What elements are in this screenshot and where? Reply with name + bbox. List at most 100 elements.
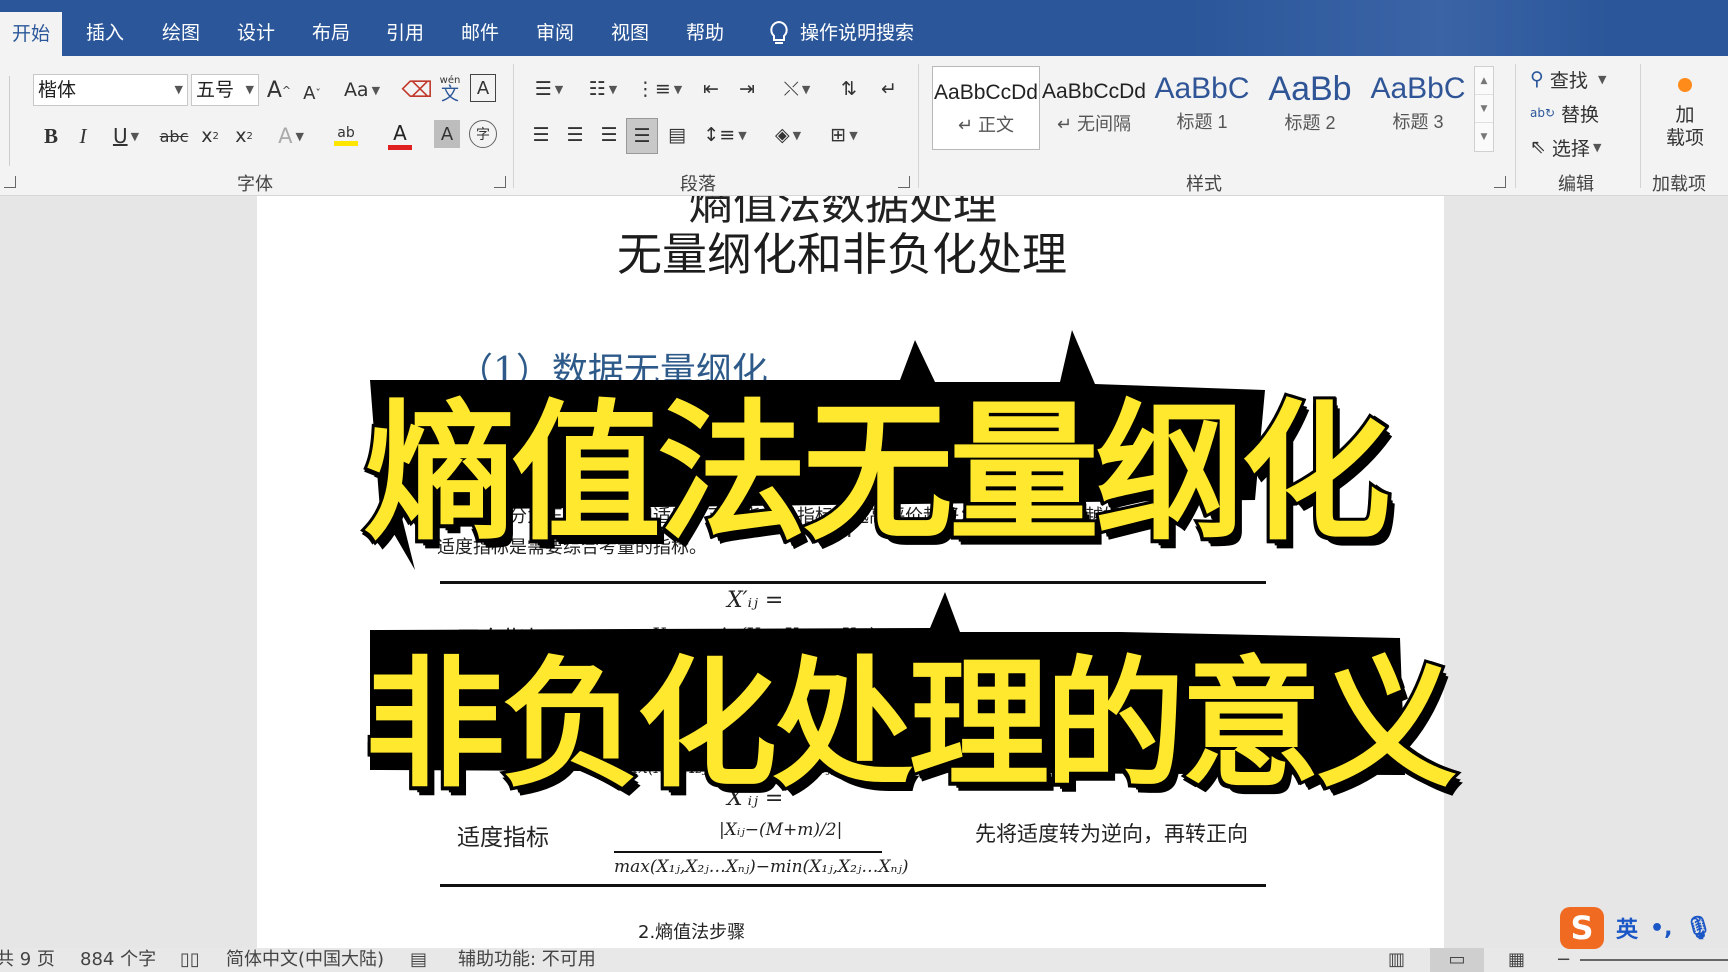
sogou-logo[interactable]: S bbox=[1560, 907, 1604, 949]
align-left-button[interactable]: ☰ bbox=[526, 118, 556, 152]
highlight-label: ab bbox=[337, 124, 355, 141]
bullets-button[interactable]: ☰ ▼ bbox=[526, 72, 572, 106]
shrink-font-button[interactable]: Aˇ bbox=[300, 78, 324, 108]
formula-lhs: X′ᵢⱼ = bbox=[727, 786, 784, 811]
document-page[interactable]: 熵值法数据处理 无量纲化和非负化处理 （1）数据无量纲化 指标性质分为正向、逆向… bbox=[257, 196, 1444, 948]
phonetic-guide-button[interactable]: wén 文 bbox=[436, 72, 464, 108]
underline-button[interactable]: U ▼ bbox=[104, 120, 148, 152]
numbering-button[interactable]: ☷ ▼ bbox=[580, 72, 626, 106]
web-layout-icon[interactable]: ▦ bbox=[1508, 948, 1525, 972]
font-name-combo[interactable]: 楷体 ▼ bbox=[33, 74, 188, 106]
cursor-arrow-icon: ⇖ bbox=[1530, 136, 1546, 158]
proofing-icon[interactable]: ▯▯ bbox=[180, 948, 200, 972]
read-mode-icon[interactable]: ▥ bbox=[1388, 948, 1405, 972]
paragraph-dialog-launcher[interactable] bbox=[898, 176, 910, 188]
editing-group-label: 编辑 bbox=[1558, 174, 1594, 195]
zoom-out-icon[interactable]: − bbox=[1556, 948, 1571, 972]
shading-button[interactable]: ◈ ▼ bbox=[764, 118, 812, 152]
line-spacing-button[interactable]: ↕≡ ▼ bbox=[702, 118, 748, 152]
tab-view[interactable]: 视图 bbox=[599, 0, 661, 56]
font-color-label: A bbox=[393, 120, 407, 145]
style-no-spacing[interactable]: AaBbCcDd ↵ 无间隔 bbox=[1040, 66, 1148, 150]
styles-group-label: 样式 bbox=[1186, 174, 1222, 195]
tab-review[interactable]: 审阅 bbox=[524, 0, 586, 56]
font-name-value: 楷体 bbox=[38, 79, 77, 101]
decrease-indent-button[interactable]: ⇤ bbox=[696, 72, 726, 106]
show-marks-button[interactable]: ↵ bbox=[874, 72, 904, 106]
tab-mailings[interactable]: 邮件 bbox=[449, 0, 511, 56]
character-border-button[interactable]: A bbox=[470, 74, 496, 102]
tab-draw[interactable]: 绘图 bbox=[150, 0, 212, 56]
multilevel-list-button[interactable]: ⋮≡ ▼ bbox=[636, 72, 682, 106]
style-normal[interactable]: AaBbCcDd ↵ 正文 bbox=[932, 66, 1040, 150]
tell-me-search[interactable]: 操作说明搜索 bbox=[768, 0, 914, 56]
language-indicator[interactable]: 简体中文(中国大陆) bbox=[226, 948, 384, 972]
page-count[interactable]: 共 9 页 bbox=[0, 948, 55, 972]
body-line-2: 适度指标是需要综合考量的指标。 bbox=[437, 537, 707, 558]
justify-button[interactable]: ☰ bbox=[626, 118, 658, 154]
word-count[interactable]: 884 个字 bbox=[80, 948, 156, 972]
strikethrough-button[interactable]: abc bbox=[158, 120, 190, 152]
addins-button[interactable]: 加 载项 bbox=[1652, 66, 1718, 162]
style-heading-3[interactable]: AaBbC 标题 3 bbox=[1364, 66, 1472, 150]
find-button[interactable]: ⚲ 查找 ▼ bbox=[1530, 64, 1630, 94]
tab-design[interactable]: 设计 bbox=[225, 0, 287, 56]
accessibility-status[interactable]: 辅助功能: 不可用 bbox=[458, 948, 596, 972]
zoom-slider[interactable] bbox=[1580, 959, 1728, 961]
tab-layout[interactable]: 布局 bbox=[300, 0, 362, 56]
align-right-button[interactable]: ☰ bbox=[594, 118, 624, 152]
align-right-icon: ☰ bbox=[600, 124, 618, 146]
text-direction-button[interactable]: ⤬ ▼ bbox=[774, 72, 820, 106]
print-layout-icon[interactable]: ▭ bbox=[1430, 948, 1484, 972]
replace-button[interactable]: ab↻ 替换 bbox=[1530, 98, 1620, 128]
grow-font-button[interactable]: A ^ bbox=[266, 74, 292, 106]
superscript-button[interactable]: x2 bbox=[230, 120, 258, 152]
font-color-button[interactable]: A bbox=[376, 116, 424, 154]
lightbulb-icon bbox=[770, 20, 788, 44]
grow-font-icon: A bbox=[266, 77, 282, 103]
increase-indent-button[interactable]: ⇥ bbox=[732, 72, 762, 106]
italic-button[interactable]: I bbox=[70, 120, 96, 152]
justify-icon: ☰ bbox=[633, 125, 651, 147]
clipboard-launcher[interactable] bbox=[4, 176, 16, 188]
line-spacing-icon: ↕≡ bbox=[703, 124, 736, 146]
styles-gallery-scroll[interactable]: ▲ ▼ ▼ bbox=[1474, 66, 1494, 152]
sort-button[interactable]: ⇅ bbox=[834, 72, 864, 106]
punctuation-icon[interactable]: •, bbox=[1650, 916, 1672, 941]
ime-language[interactable]: 英 bbox=[1616, 912, 1638, 944]
subscript-button[interactable]: x2 bbox=[196, 120, 224, 152]
scroll-down-icon[interactable]: ▼ bbox=[1475, 95, 1493, 123]
tab-home[interactable]: 开始 bbox=[0, 12, 63, 56]
text-effects-button[interactable]: A ▼ bbox=[270, 120, 312, 152]
styles-dialog-launcher[interactable] bbox=[1494, 176, 1506, 188]
bullet-list-icon: ☰ bbox=[534, 78, 552, 100]
change-case-button[interactable]: Aa ▼ bbox=[340, 74, 384, 106]
microphone-icon[interactable]: 🎙 bbox=[1684, 916, 1712, 941]
borders-button[interactable]: ⊞ ▼ bbox=[820, 118, 868, 152]
font-size-combo[interactable]: 五号 ▼ bbox=[191, 74, 259, 106]
align-center-button[interactable]: ☰ bbox=[560, 118, 590, 152]
section-heading: （1）数据无量纲化 bbox=[457, 351, 768, 392]
track-changes-icon[interactable]: ▤ bbox=[410, 948, 427, 972]
table-top-rule bbox=[440, 581, 1266, 584]
bold-button[interactable]: B bbox=[38, 120, 64, 152]
style-heading-1[interactable]: AaBbC 标题 1 bbox=[1148, 66, 1256, 150]
font-dialog-launcher[interactable] bbox=[494, 176, 506, 188]
more-styles-icon[interactable]: ▼ bbox=[1475, 123, 1493, 151]
style-heading-2[interactable]: AaBb 标题 2 bbox=[1256, 66, 1364, 150]
body-line-1: 指标性质分为正向、逆向和适度。正向指标是指标值越高评价越好；逆向指标越小越好； bbox=[437, 506, 1139, 527]
character-shading-button[interactable]: A bbox=[434, 120, 460, 148]
scroll-up-icon[interactable]: ▲ bbox=[1475, 67, 1493, 95]
ime-toolbar[interactable]: S 英 •, 🎙 bbox=[1560, 906, 1728, 950]
clear-formatting-button[interactable]: ⌫ bbox=[401, 74, 433, 106]
tab-help[interactable]: 帮助 bbox=[674, 0, 736, 56]
eraser-icon: ⌫ bbox=[401, 77, 433, 103]
tab-insert[interactable]: 插入 bbox=[74, 0, 136, 56]
highlight-color-button[interactable]: ab bbox=[322, 116, 370, 154]
chevron-down-icon: ▼ bbox=[608, 82, 618, 96]
tab-references[interactable]: 引用 bbox=[374, 0, 436, 56]
enclose-characters-button[interactable]: 字 bbox=[469, 120, 497, 148]
distributed-button[interactable]: ▤ bbox=[662, 118, 692, 152]
fraction-bar bbox=[612, 652, 882, 654]
select-button[interactable]: ⇖ 选择 ▼ bbox=[1530, 132, 1630, 162]
